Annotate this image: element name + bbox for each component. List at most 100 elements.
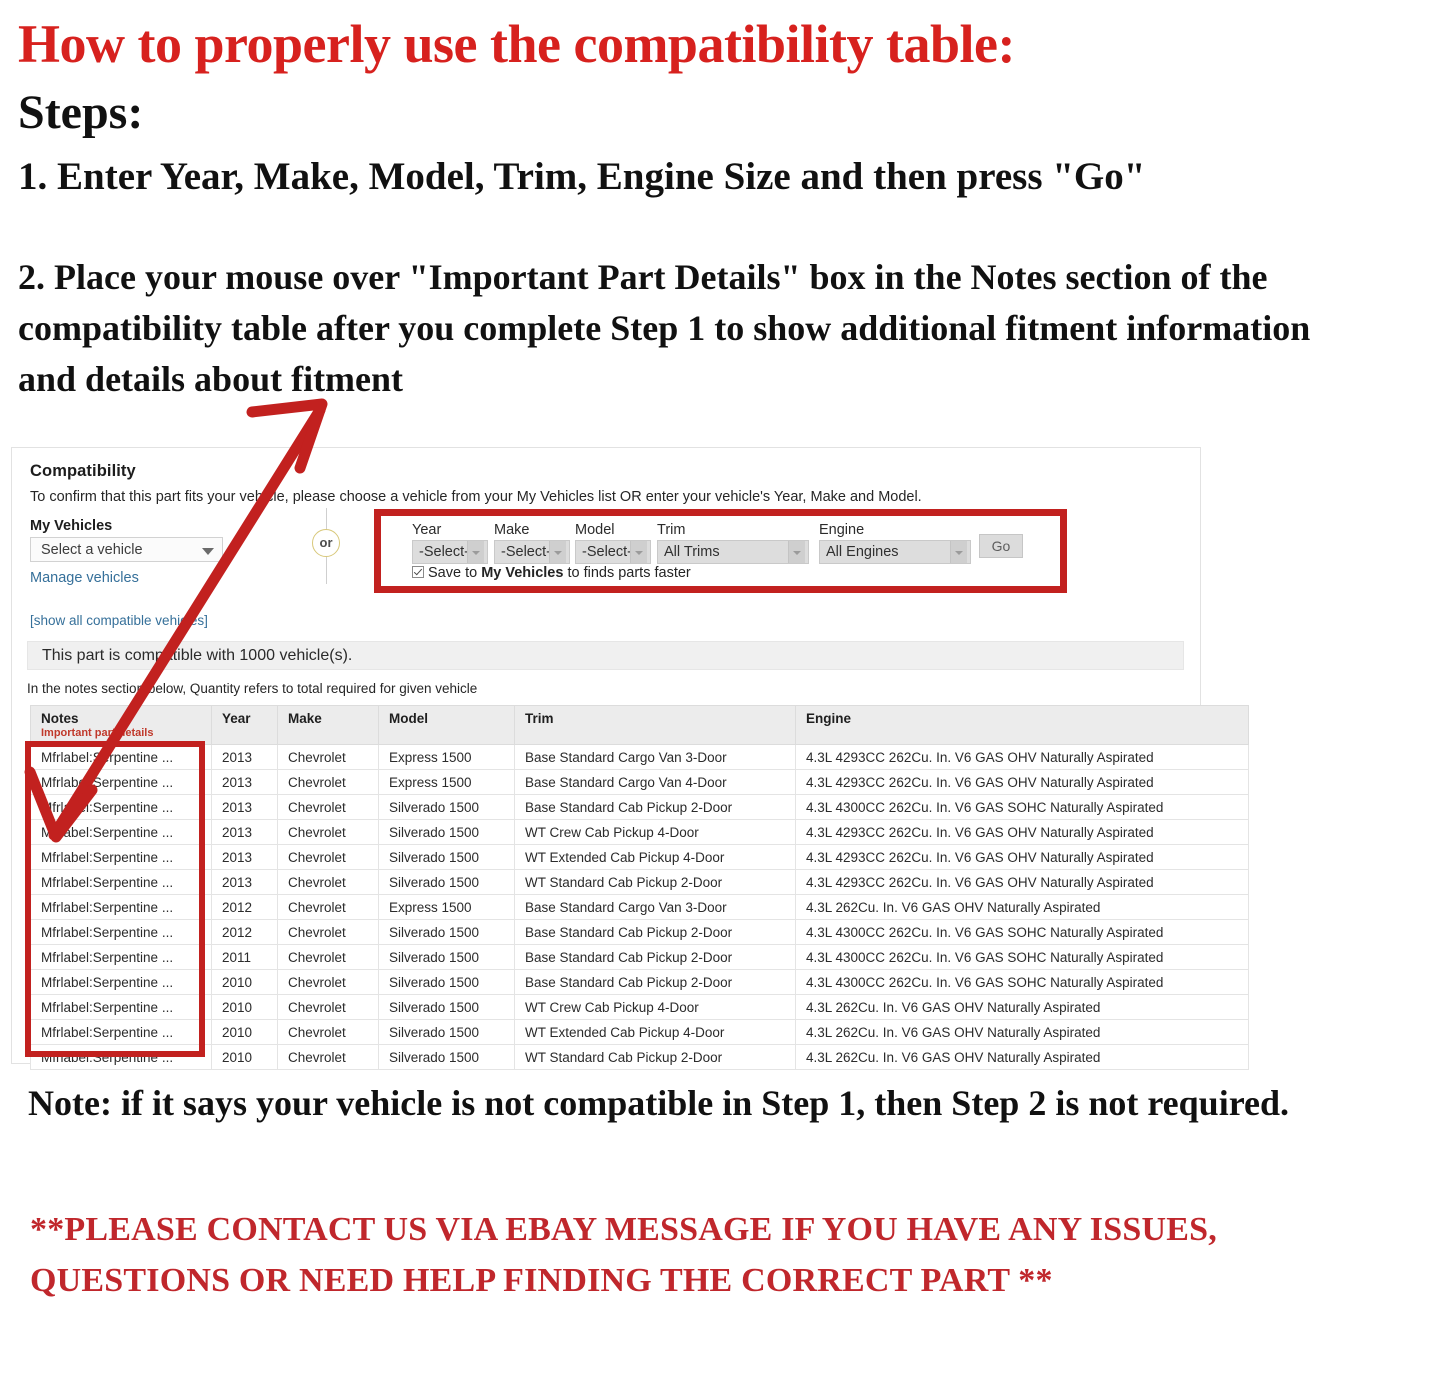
- cell-model: Silverado 1500: [378, 1019, 515, 1045]
- cell-engine: 4.3L 4293CC 262Cu. In. V6 GAS OHV Natura…: [795, 769, 1249, 795]
- table-row[interactable]: Mfrlabel:Serpentine ... 2013 Chevrolet Silv…: [30, 844, 1249, 870]
- cell-engine: 4.3L 4293CC 262Cu. In. V6 GAS OHV Natura…: [795, 869, 1249, 895]
- cell-year: 2010: [211, 1044, 278, 1070]
- notes-quantity-hint: In the notes section below, Quantity ref…: [27, 681, 478, 696]
- manage-vehicles-link[interactable]: Manage vehicles: [30, 570, 139, 586]
- column-header-notes-label: Notes: [41, 711, 79, 726]
- step-1-text: 1. Enter Year, Make, Model, Trim, Engine…: [18, 155, 1146, 198]
- page-title: How to properly use the compatibility ta…: [18, 14, 1015, 74]
- table-row[interactable]: Mfrlabel:Serpentine ... 2013 Chevrolet Expr…: [30, 769, 1249, 795]
- cell-trim: Base Standard Cab Pickup 2-Door: [514, 794, 796, 820]
- cell-year: 2013: [211, 744, 278, 770]
- compatibility-heading: Compatibility: [30, 462, 136, 480]
- cell-trim: WT Standard Cab Pickup 2-Door: [514, 869, 796, 895]
- table-row[interactable]: Mfrlabel:Serpentine ... 2013 Chevrolet Silv…: [30, 869, 1249, 895]
- cell-notes[interactable]: Mfrlabel:Serpentine ...: [30, 969, 212, 995]
- compatibility-table: Notes Important part details Year Make M…: [30, 705, 1249, 1070]
- cell-notes[interactable]: Mfrlabel:Serpentine ...: [30, 894, 212, 920]
- or-divider-label: or: [312, 529, 340, 557]
- cell-notes[interactable]: Mfrlabel:Serpentine ...: [30, 769, 212, 795]
- cell-trim: WT Crew Cab Pickup 4-Door: [514, 994, 796, 1020]
- cell-model: Express 1500: [378, 769, 515, 795]
- save-suffix-text: to finds parts faster: [563, 565, 691, 581]
- cell-model: Silverado 1500: [378, 1044, 515, 1070]
- compatible-count-banner: This part is compatible with 1000 vehicl…: [27, 641, 1184, 670]
- cell-year: 2013: [211, 794, 278, 820]
- cell-engine: 4.3L 262Cu. In. V6 GAS OHV Naturally Asp…: [795, 994, 1249, 1020]
- cell-make: Chevrolet: [277, 994, 379, 1020]
- save-my-vehicles-bold: My Vehicles: [481, 565, 564, 581]
- cell-trim: Base Standard Cab Pickup 2-Door: [514, 919, 796, 945]
- table-header: Notes Important part details Year Make M…: [30, 705, 1249, 745]
- cell-notes[interactable]: Mfrlabel:Serpentine ...: [30, 944, 212, 970]
- important-part-details-label: Important part details: [41, 727, 154, 739]
- cell-make: Chevrolet: [277, 819, 379, 845]
- cell-notes[interactable]: Mfrlabel:Serpentine ...: [30, 919, 212, 945]
- cell-trim: WT Extended Cab Pickup 4-Door: [514, 844, 796, 870]
- cell-make: Chevrolet: [277, 944, 379, 970]
- cell-make: Chevrolet: [277, 919, 379, 945]
- cell-make: Chevrolet: [277, 744, 379, 770]
- column-header-year: Year: [211, 705, 278, 745]
- cell-notes[interactable]: Mfrlabel:Serpentine ...: [30, 744, 212, 770]
- cell-make: Chevrolet: [277, 869, 379, 895]
- cell-trim: Base Standard Cab Pickup 2-Door: [514, 969, 796, 995]
- cell-trim: Base Standard Cargo Van 3-Door: [514, 894, 796, 920]
- cell-notes[interactable]: Mfrlabel:Serpentine ...: [30, 819, 212, 845]
- table-row[interactable]: Mfrlabel:Serpentine ... 2013 Chevrolet Silv…: [30, 819, 1249, 845]
- cell-trim: Base Standard Cargo Van 4-Door: [514, 769, 796, 795]
- cell-notes[interactable]: Mfrlabel:Serpentine ...: [30, 1044, 212, 1070]
- cell-model: Express 1500: [378, 744, 515, 770]
- table-row[interactable]: Mfrlabel:Serpentine ... 2011 Chevrolet Silv…: [30, 944, 1249, 970]
- save-to-my-vehicles-row[interactable]: Save to My Vehicles to finds parts faste…: [412, 565, 691, 581]
- table-row[interactable]: Mfrlabel:Serpentine ... 2010 Chevrolet Silv…: [30, 1044, 1249, 1070]
- cell-notes[interactable]: Mfrlabel:Serpentine ...: [30, 869, 212, 895]
- cell-engine: 4.3L 262Cu. In. V6 GAS OHV Naturally Asp…: [795, 894, 1249, 920]
- cell-engine: 4.3L 4293CC 262Cu. In. V6 GAS OHV Natura…: [795, 744, 1249, 770]
- my-vehicles-select-value: Select a vehicle: [41, 542, 143, 558]
- chevron-down-icon: [202, 548, 214, 555]
- table-row[interactable]: Mfrlabel:Serpentine ... 2013 Chevrolet Expr…: [30, 744, 1249, 770]
- table-row[interactable]: Mfrlabel:Serpentine ... 2012 Chevrolet Silv…: [30, 919, 1249, 945]
- table-row[interactable]: Mfrlabel:Serpentine ... 2010 Chevrolet Silv…: [30, 1019, 1249, 1045]
- cell-trim: WT Extended Cab Pickup 4-Door: [514, 1019, 796, 1045]
- cell-year: 2012: [211, 919, 278, 945]
- cell-year: 2013: [211, 769, 278, 795]
- column-header-model: Model: [378, 705, 515, 745]
- cell-model: Silverado 1500: [378, 819, 515, 845]
- bottom-note-text: Note: if it says your vehicle is not com…: [28, 1083, 1290, 1123]
- table-body: Mfrlabel:Serpentine ... 2013 Chevrolet Expr…: [30, 744, 1249, 1070]
- table-row[interactable]: Mfrlabel:Serpentine ... 2010 Chevrolet Silv…: [30, 969, 1249, 995]
- save-prefix-text: Save to: [428, 565, 482, 581]
- cell-trim: WT Standard Cab Pickup 2-Door: [514, 1044, 796, 1070]
- table-row[interactable]: Mfrlabel:Serpentine ... 2012 Chevrolet Expr…: [30, 894, 1249, 920]
- cell-notes[interactable]: Mfrlabel:Serpentine ...: [30, 844, 212, 870]
- cell-year: 2013: [211, 844, 278, 870]
- cell-model: Silverado 1500: [378, 794, 515, 820]
- my-vehicles-select[interactable]: Select a vehicle: [30, 537, 223, 562]
- cell-model: Silverado 1500: [378, 944, 515, 970]
- cell-year: 2010: [211, 969, 278, 995]
- cell-make: Chevrolet: [277, 844, 379, 870]
- cell-engine: 4.3L 262Cu. In. V6 GAS OHV Naturally Asp…: [795, 1019, 1249, 1045]
- cell-model: Silverado 1500: [378, 919, 515, 945]
- save-to-my-vehicles-checkbox[interactable]: [412, 566, 424, 578]
- cell-year: 2013: [211, 869, 278, 895]
- cell-notes[interactable]: Mfrlabel:Serpentine ...: [30, 1019, 212, 1045]
- cell-model: Silverado 1500: [378, 869, 515, 895]
- cell-notes[interactable]: Mfrlabel:Serpentine ...: [30, 794, 212, 820]
- cell-year: 2011: [211, 944, 278, 970]
- cell-notes[interactable]: Mfrlabel:Serpentine ...: [30, 994, 212, 1020]
- show-all-compatible-vehicles-link[interactable]: [show all compatible vehicles]: [30, 613, 208, 628]
- cell-model: Express 1500: [378, 894, 515, 920]
- my-vehicles-label: My Vehicles: [30, 518, 113, 534]
- table-row[interactable]: Mfrlabel:Serpentine ... 2010 Chevrolet Silv…: [30, 994, 1249, 1020]
- cell-make: Chevrolet: [277, 894, 379, 920]
- cell-model: Silverado 1500: [378, 994, 515, 1020]
- table-row[interactable]: Mfrlabel:Serpentine ... 2013 Chevrolet Silv…: [30, 794, 1249, 820]
- cell-trim: Base Standard Cab Pickup 2-Door: [514, 944, 796, 970]
- cell-trim: Base Standard Cargo Van 3-Door: [514, 744, 796, 770]
- cell-model: Silverado 1500: [378, 844, 515, 870]
- step-2-text: 2. Place your mouse over "Important Part…: [18, 257, 1311, 400]
- cell-year: 2010: [211, 1019, 278, 1045]
